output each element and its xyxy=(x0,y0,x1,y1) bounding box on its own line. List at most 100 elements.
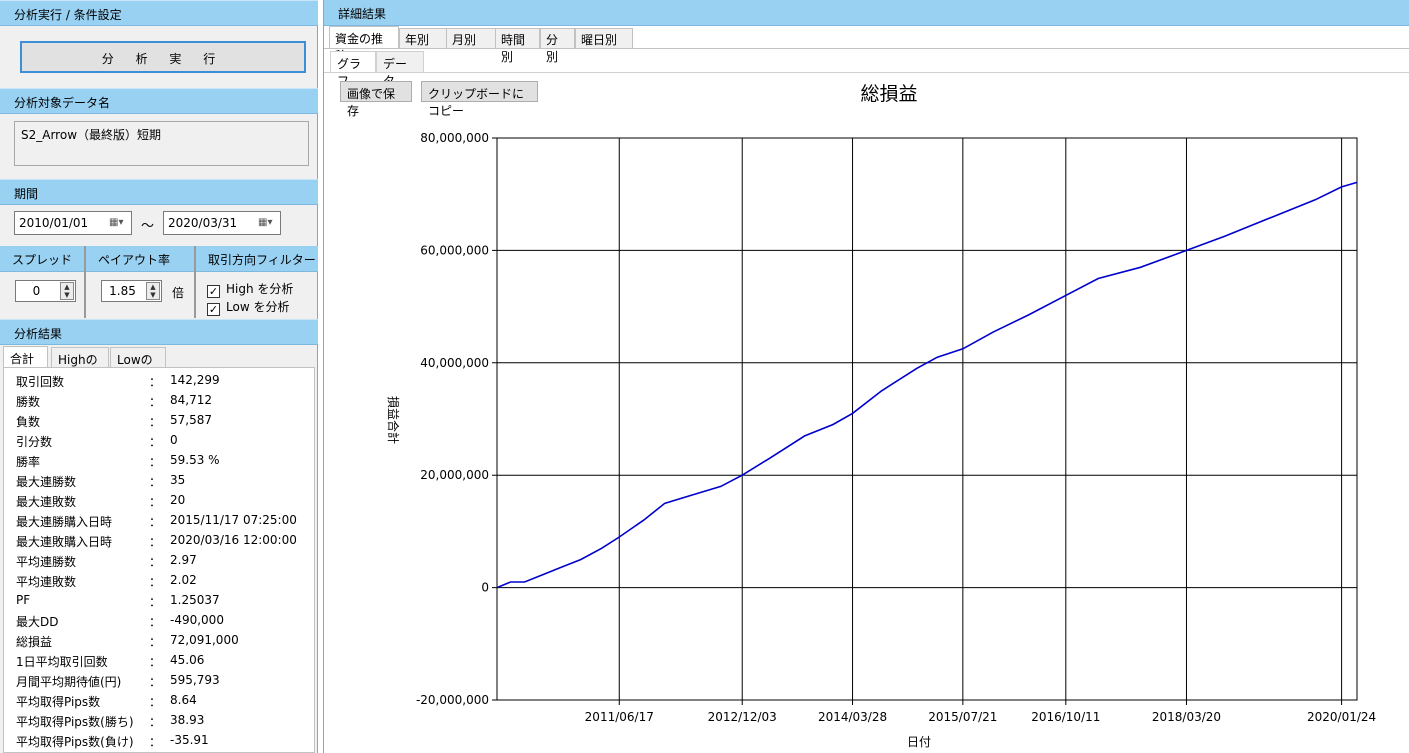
x-tick-label: 2012/12/03 xyxy=(708,710,777,724)
stat-label: PF xyxy=(16,593,31,607)
stat-label: 平均取得Pips数 xyxy=(16,695,101,709)
stat-colon: ： xyxy=(149,635,162,649)
stat-colon: ： xyxy=(149,515,162,529)
calendar-dropdown-icon[interactable]: ▦▾ xyxy=(109,217,125,229)
stat-value: 20 xyxy=(170,493,186,507)
tab-high-only[interactable]: Highのみ xyxy=(51,347,109,384)
spread-stepper[interactable]: 0 ▲ ▼ xyxy=(15,280,76,302)
payout-header: ペイアウト率 xyxy=(86,246,194,272)
x-tick-label: 2011/06/17 xyxy=(585,710,654,724)
stat-colon: ： xyxy=(149,675,162,689)
y-tick-label: 60,000,000 xyxy=(420,243,489,257)
stat-value: -490,000 xyxy=(170,613,224,627)
run-analysis-button[interactable]: 分 析 実 行 xyxy=(20,41,306,73)
stat-colon: ： xyxy=(149,695,162,709)
chevron-up-icon[interactable]: ▲ xyxy=(147,283,159,291)
stat-value: 2.02 xyxy=(170,573,197,587)
checkmark-icon[interactable]: ✓ xyxy=(207,303,220,316)
stat-label: 負数 xyxy=(16,415,41,429)
stat-colon: ： xyxy=(149,455,162,469)
date-to-value: 2020/03/31 xyxy=(168,216,238,230)
results-stats-list: 取引回数 ： 142,299 勝数 ： 84,712 負数 ： 57,587 引分数 ： 0 勝率 ： 59… xyxy=(3,367,315,753)
tab-total[interactable]: 合計 xyxy=(3,346,48,368)
date-from-picker[interactable]: 2010/01/01 ▦▾ xyxy=(14,211,132,235)
y-axis-label: 損益合計 xyxy=(386,396,401,444)
payout-unit: 倍 xyxy=(172,286,185,300)
stat-label: 最大連勝数 xyxy=(16,475,77,489)
stat-colon: ： xyxy=(149,655,162,669)
exec-section-header: 分析実行 / 条件設定 xyxy=(0,0,318,26)
stat-value: 142,299 xyxy=(170,373,220,387)
stat-colon: ： xyxy=(149,575,162,589)
filter-high-checkbox[interactable]: ✓ High を分析 xyxy=(207,280,294,298)
x-axis-label: 日付 xyxy=(907,735,931,749)
plot-area xyxy=(496,137,1358,701)
x-tick-label: 2016/10/11 xyxy=(1031,710,1100,724)
stat-value: 35 xyxy=(170,473,186,487)
stat-label: 最大連敗購入日時 xyxy=(16,535,113,549)
stat-label: 平均連敗数 xyxy=(16,575,77,589)
filter-high-label: High を分析 xyxy=(226,282,294,296)
chevron-up-icon[interactable]: ▲ xyxy=(61,283,73,291)
stat-label: 平均取得Pips数(勝ち) xyxy=(16,715,134,729)
filter-low-checkbox[interactable]: ✓ Low を分析 xyxy=(207,298,290,316)
stat-colon: ： xyxy=(149,395,162,409)
tab-low-only[interactable]: Lowのみ xyxy=(110,347,166,384)
stat-value: 45.06 xyxy=(170,653,205,667)
filter-low-label: Low を分析 xyxy=(226,300,290,314)
date-range-separator: ～ xyxy=(141,219,155,234)
profit-chart: -20,000,000 0 20,000,000 40,000,000 60,000,0… xyxy=(386,83,1376,749)
target-data-header: 分析対象データ名 xyxy=(0,88,318,114)
calendar-dropdown-icon[interactable]: ▦▾ xyxy=(258,217,274,229)
stat-colon: ： xyxy=(149,495,162,509)
stat-value: -35.91 xyxy=(170,733,209,747)
y-tick-label: 40,000,000 xyxy=(420,356,489,370)
stat-value: 59.53 % xyxy=(170,453,220,467)
stat-value: 0 xyxy=(170,433,178,447)
payout-stepper[interactable]: 1.85 ▲ ▼ xyxy=(101,280,162,302)
stat-colon: ： xyxy=(149,535,162,549)
stat-label: 取引回数 xyxy=(16,375,65,389)
stat-value: 8.64 xyxy=(170,693,197,707)
stat-value: 84,712 xyxy=(170,393,212,407)
chevron-down-icon[interactable]: ▼ xyxy=(147,291,159,299)
spread-stepper-arrows[interactable]: ▲ ▼ xyxy=(60,282,74,300)
payout-stepper-arrows[interactable]: ▲ ▼ xyxy=(146,282,160,300)
x-tick-label: 2018/03/20 xyxy=(1152,710,1221,724)
stat-colon: ： xyxy=(149,615,162,629)
x-tick-label: 2020/01/24 xyxy=(1307,710,1376,724)
x-tick-label: 2015/07/21 xyxy=(928,710,997,724)
stat-colon: ： xyxy=(149,415,162,429)
date-from-value: 2010/01/01 xyxy=(19,216,89,230)
chevron-down-icon[interactable]: ▼ xyxy=(61,291,73,299)
stat-value: 2.97 xyxy=(170,553,197,567)
stat-colon: ： xyxy=(149,715,162,729)
date-to-picker[interactable]: 2020/03/31 ▦▾ xyxy=(163,211,281,235)
stat-label: 最大DD xyxy=(16,615,59,629)
stat-label: 総損益 xyxy=(16,635,53,649)
chart-title: 総損益 xyxy=(860,83,917,105)
stat-label: 勝率 xyxy=(16,455,41,469)
stat-label: 平均取得Pips数(負け) xyxy=(16,735,134,749)
results-header: 分析結果 xyxy=(0,319,318,345)
payout-value: 1.85 xyxy=(109,284,136,298)
stat-label: 平均連勝数 xyxy=(16,555,77,569)
column-divider xyxy=(194,246,196,318)
period-header: 期間 xyxy=(0,179,318,205)
stat-label: 引分数 xyxy=(16,435,53,449)
stat-label: 勝数 xyxy=(16,395,41,409)
stat-colon: ： xyxy=(149,475,162,489)
condition-panel: 分析実行 / 条件設定 分 析 実 行 分析対象データ名 S2_Arrow（最終… xyxy=(0,0,318,753)
target-data-name-field[interactable]: S2_Arrow（最終版）短期 xyxy=(14,121,309,166)
stat-colon: ： xyxy=(149,435,162,449)
y-tick-label: 0 xyxy=(481,581,489,595)
stat-value: 38.93 xyxy=(170,713,205,727)
spread-value: 0 xyxy=(32,284,41,298)
direction-filter-header: 取引方向フィルター xyxy=(196,246,318,272)
stat-value: 72,091,000 xyxy=(170,633,239,647)
stat-colon: ： xyxy=(149,595,162,609)
y-tick-label: 20,000,000 xyxy=(420,468,489,482)
y-tick-label: 80,000,000 xyxy=(420,131,489,145)
stat-label: 最大連敗数 xyxy=(16,495,77,509)
checkmark-icon[interactable]: ✓ xyxy=(207,285,220,298)
